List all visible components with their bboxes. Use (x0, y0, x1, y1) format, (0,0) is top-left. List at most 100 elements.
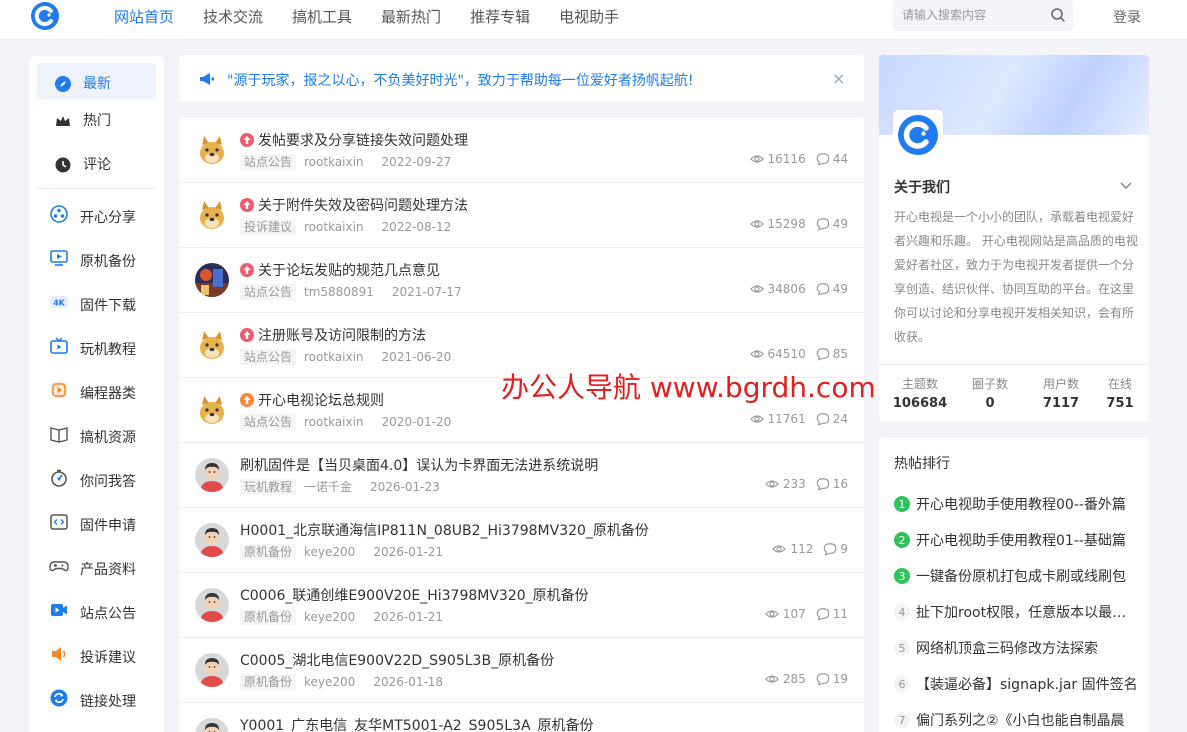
sidebar-item-1[interactable]: 热门 (37, 100, 156, 136)
post-meta: 玩机教程 一诺千金 2026-01-23 (240, 478, 440, 495)
hot-item-text: 偏门系列之②《小白也能自制晶晨 (916, 713, 1125, 729)
hot-item[interactable]: 3 一键备份原机打包成卡刷或线刷包 (894, 566, 1139, 586)
nav-link-3[interactable]: 最新热门 (381, 6, 441, 27)
post-date: 2022-09-27 (381, 155, 452, 169)
sidebar-group-10[interactable]: 投诉建议 (37, 637, 156, 673)
sidebar-item-2[interactable]: 评论 (37, 144, 156, 180)
avatar[interactable] (195, 133, 229, 167)
nav-link-1[interactable]: 技术交流 (203, 6, 263, 27)
hot-item[interactable]: 5 网络机顶盒三码修改方法探索 (894, 638, 1139, 658)
post-category-tag[interactable]: 原机备份 (240, 609, 297, 625)
post-author[interactable]: 一诺千金 (304, 480, 352, 494)
post-title[interactable]: 注册账号及访问限制的方法 (240, 325, 426, 345)
sidebar-group-7[interactable]: 固件申请 (37, 505, 156, 541)
avatar[interactable] (195, 328, 229, 362)
comment-count: 44 (832, 152, 848, 166)
hot-item[interactable]: 4 扯下加root权限，任意版本以最简单 (894, 602, 1139, 622)
sidebar-group-6[interactable]: 你问我答 (37, 461, 156, 497)
hot-item[interactable]: 6 【装逼必备】signapk.jar 固件签名 (894, 674, 1139, 694)
hot-item[interactable]: 1 开心电视助手使用教程00--番外篇 (894, 494, 1139, 514)
user-avatar-icon (195, 718, 229, 732)
post-category-tag[interactable]: 站点公告 (240, 349, 297, 365)
post-author[interactable]: keye200 (304, 545, 355, 559)
post-category-tag[interactable]: 玩机教程 (240, 479, 297, 495)
post-title[interactable]: 开心电视论坛总规则 (240, 390, 384, 410)
close-icon[interactable]: × (832, 69, 845, 88)
view-count: 107 (782, 607, 806, 621)
avatar[interactable] (195, 653, 229, 687)
sidebar-group-4[interactable]: 编程器类 (37, 373, 156, 409)
post-author[interactable]: tm5880891 (304, 285, 374, 299)
post-row[interactable]: 发帖要求及分享链接失效问题处理 站点公告 rootkaixin 2022-09-27 1… (179, 118, 864, 183)
post-title-text: 刷机固件是【当贝桌面4.0】误认为卡界面无法进系统说明 (240, 458, 599, 474)
post-title[interactable]: 发帖要求及分享链接失效问题处理 (240, 130, 468, 150)
nav-link-5[interactable]: 电视助手 (559, 6, 619, 27)
post-author[interactable]: rootkaixin (304, 350, 364, 364)
avatar[interactable] (195, 718, 229, 732)
avatar[interactable] (195, 393, 229, 427)
hot-item[interactable]: 2 开心电视助手使用教程01--基础篇 (894, 530, 1139, 550)
hot-item[interactable]: 7 偏门系列之②《小白也能自制晶晨 (894, 710, 1139, 730)
sidebar-group-3[interactable]: 玩机教程 (37, 329, 156, 365)
sidebar-group-label: 站点公告 (80, 606, 136, 622)
post-author[interactable]: keye200 (304, 610, 355, 624)
comment-count: 85 (832, 347, 848, 361)
sidebar-group-2[interactable]: 4K 固件下载 (37, 285, 156, 321)
avatar[interactable] (195, 263, 229, 297)
post-row[interactable]: 关于附件失效及密码问题处理方法 投诉建议 rootkaixin 2022-08-12 1… (179, 183, 864, 248)
post-title[interactable]: 刷机固件是【当贝桌面4.0】误认为卡界面无法进系统说明 (240, 455, 598, 475)
site-logo-icon[interactable] (30, 1, 60, 31)
search-input[interactable] (902, 6, 1042, 24)
post-author[interactable]: rootkaixin (304, 220, 364, 234)
book-icon (50, 427, 68, 443)
post-row[interactable]: H0001_北京联通海信IP811N_08UB2_Hi3798MV320_原机备… (179, 508, 864, 573)
site-logo-icon (898, 115, 938, 155)
post-author[interactable]: keye200 (304, 675, 355, 689)
sidebar-group-0[interactable]: 开心分享 (37, 197, 156, 233)
nav-link-2[interactable]: 搞机工具 (292, 6, 352, 27)
pinned-up-arrow-icon (240, 133, 254, 147)
post-title[interactable]: C0005_湖北电信E900V22D_S905L3B_原机备份 (240, 650, 554, 670)
post-title[interactable]: 关于附件失效及密码问题处理方法 (240, 195, 468, 215)
post-row[interactable]: 刷机固件是【当贝桌面4.0】误认为卡界面无法进系统说明 玩机教程 一诺千金 2026-… (179, 443, 864, 508)
nav-link-0[interactable]: 网站首页 (114, 6, 174, 27)
post-title[interactable]: C0006_联通创维E900V20E_Hi3798MV320_原机备份 (240, 585, 589, 605)
comment-stat: 49 (816, 217, 848, 231)
chevron-down-icon[interactable] (1119, 178, 1133, 192)
post-row[interactable]: 关于论坛发贴的规范几点意见 站点公告 tm5880891 2021-07-17 3480… (179, 248, 864, 313)
avatar[interactable] (195, 458, 229, 492)
post-date: 2026-01-23 (370, 480, 440, 494)
post-title-text: H0001_北京联通海信IP811N_08UB2_Hi3798MV320_原机备… (240, 523, 649, 539)
post-category-tag[interactable]: 原机备份 (240, 544, 297, 560)
sidebar-group-5[interactable]: 搞机资源 (37, 417, 156, 453)
post-author[interactable]: rootkaixin (304, 415, 364, 429)
post-title[interactable]: H0001_北京联通海信IP811N_08UB2_Hi3798MV320_原机备… (240, 520, 649, 540)
post-row[interactable]: Y0001_广东电信_友华MT5001-A2_S905L3A_原机备份原机备份k… (179, 703, 864, 732)
avatar[interactable] (195, 523, 229, 557)
sidebar-group-11[interactable]: 链接处理 (37, 681, 156, 717)
post-stats: 34806 49 (749, 282, 848, 296)
comment-stat: 49 (816, 282, 848, 296)
comment-bubble-icon (816, 608, 829, 621)
post-stats: 64510 85 (749, 347, 848, 361)
login-link[interactable]: 登录 (1113, 7, 1141, 27)
sidebar-group-8[interactable]: 产品资料 (37, 549, 156, 585)
post-category-tag[interactable]: 站点公告 (240, 154, 297, 170)
search-icon[interactable] (1050, 7, 1066, 23)
post-title[interactable]: 关于论坛发贴的规范几点意见 (240, 260, 440, 280)
post-category-tag[interactable]: 站点公告 (240, 284, 297, 300)
sidebar-item-0[interactable]: 最新 (37, 63, 156, 99)
avatar[interactable] (195, 198, 229, 232)
nav-link-4[interactable]: 推荐专辑 (470, 6, 530, 27)
avatar[interactable] (195, 588, 229, 622)
sidebar-group-9[interactable]: 站点公告 (37, 593, 156, 629)
post-category-tag[interactable]: 投诉建议 (240, 219, 297, 235)
sidebar-group-1[interactable]: 原机备份 (37, 241, 156, 277)
post-author[interactable]: rootkaixin (304, 155, 364, 169)
post-category-tag[interactable]: 站点公告 (240, 414, 297, 430)
post-title[interactable]: Y0001_广东电信_友华MT5001-A2_S905L3A_原机备份 (240, 715, 594, 732)
post-row[interactable]: C0005_湖北电信E900V22D_S905L3B_原机备份原机备份 keye2… (179, 638, 864, 703)
post-row[interactable]: C0006_联通创维E900V20E_Hi3798MV320_原机备份原机备份 k… (179, 573, 864, 638)
post-category-tag[interactable]: 原机备份 (240, 674, 297, 690)
comment-stat: 16 (816, 477, 848, 491)
